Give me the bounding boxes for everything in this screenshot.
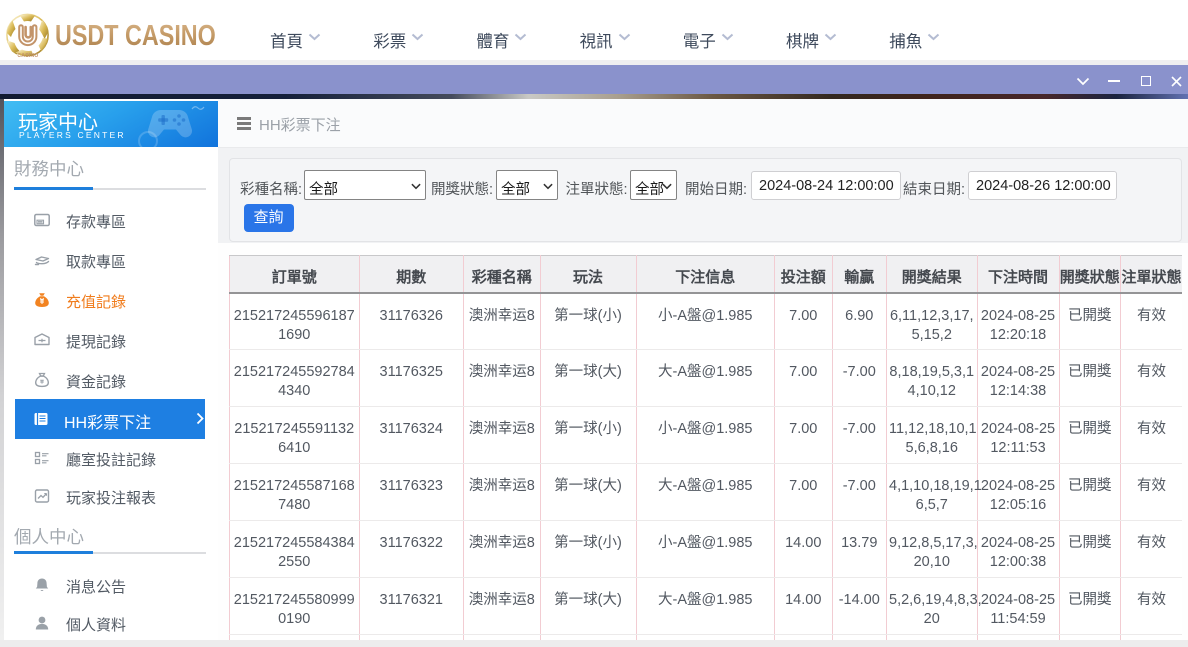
svg-text:CASINO: CASINO (17, 53, 38, 57)
